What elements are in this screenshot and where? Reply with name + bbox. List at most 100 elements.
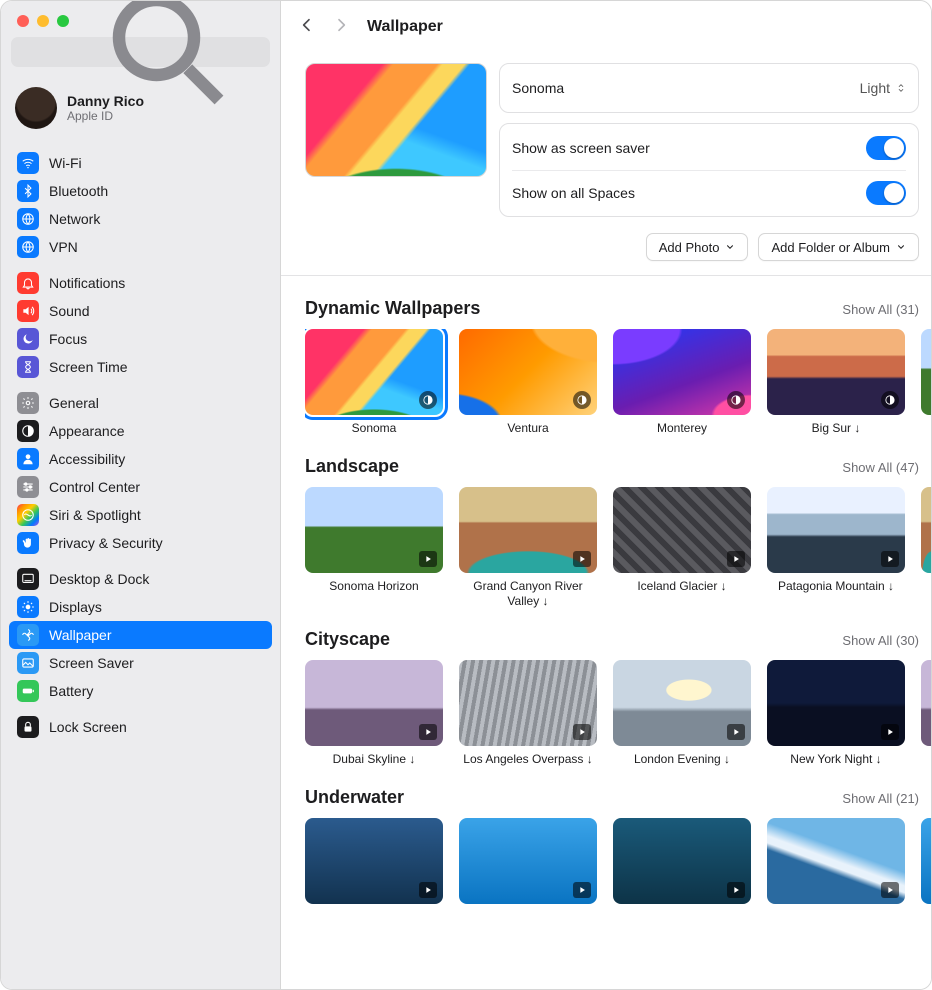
contrast-icon [17,420,39,442]
sidebar-item-label: Desktop & Dock [49,571,149,587]
siri-icon [17,504,39,526]
wallpaper-tile [305,487,443,573]
opt-screensaver-toggle[interactable] [866,136,906,160]
wallpaper-tile [459,818,597,904]
section-title: Underwater [305,787,842,808]
sidebar-item-label: Sound [49,303,89,319]
show-all-link[interactable]: Show All (21) [842,791,919,806]
sidebar-item-network[interactable]: Network [9,205,272,233]
wallpaper-thumb[interactable]: Big Sur ↓ [767,329,905,436]
sidebar-item-privacy[interactable]: Privacy & Security [9,529,272,557]
wallpaper-thumb[interactable]: New York Night ↓ [767,660,905,767]
wallpaper-thumb[interactable]: Sonoma Horizon [305,487,443,609]
moon-icon [17,328,39,350]
gear-icon [17,392,39,414]
sidebar-item-siri[interactable]: Siri & Spotlight [9,501,272,529]
sidebar-item-label: VPN [49,239,78,255]
wallpaper-thumb[interactable]: London Evening ↓ [613,660,751,767]
wallpaper-tile [613,487,751,573]
sidebar-item-bluetooth[interactable]: Bluetooth [9,177,272,205]
wallpaper-tile [767,329,905,415]
show-all-link[interactable]: Show All (30) [842,633,919,648]
wallpaper-thumb[interactable]: Patagonia Mountain ↓ [767,487,905,609]
section-cityscape: CityscapeShow All (30) Dubai Skyline ↓ Los… [281,615,932,773]
sidebar-search[interactable] [11,37,270,67]
wallpaper-caption: Monterey [613,421,751,436]
play-icon [419,882,437,898]
sidebar-item-desktopdock[interactable]: Desktop & Dock [9,565,272,593]
wallpaper-thumb[interactable]: Monterey [613,329,751,436]
thumbnail-row [305,818,932,910]
section-dynamic-wallpapers: Dynamic WallpapersShow All (31)SonomaVen… [281,284,932,442]
wallpaper-tile [459,329,597,415]
current-wallpaper-name: Sonoma [512,80,860,96]
opt-allspaces-toggle[interactable] [866,181,906,205]
content-scroll[interactable]: Sonoma Light Show as screen saver [281,53,932,989]
wallpaper-caption: Los Angeles Overpass ↓ [459,752,597,767]
show-all-link[interactable]: Show All (31) [842,302,919,317]
sidebar-item-appearance[interactable]: Appearance [9,417,272,445]
appearance-select[interactable]: Light [860,80,906,96]
avatar [15,87,57,129]
sidebar-item-battery[interactable]: Battery [9,677,272,705]
dynamic-icon [881,391,899,409]
play-icon [881,882,899,898]
thumbnail-row: Dubai Skyline ↓ Los Angeles Overpass ↓ Lon… [305,660,932,767]
wallpaper-thumb[interactable] [305,818,443,910]
flower-icon [17,624,39,646]
sidebar-item-label: Battery [49,683,93,699]
sidebar-item-sound[interactable]: Sound [9,297,272,325]
sidebar-item-label: Control Center [49,479,140,495]
wallpaper-tile [305,660,443,746]
wallpaper-thumb[interactable] [613,818,751,910]
nav-back-button[interactable] [299,15,315,40]
wallpaper-caption: Patagonia Mountain ↓ [767,579,905,594]
wallpaper-thumb[interactable]: Los Angeles Overpass ↓ [459,660,597,767]
wallpaper-thumb[interactable]: Dubai Skyline ↓ [305,660,443,767]
thumbnail-row: Sonoma Horizon Grand Canyon River Valley … [305,487,932,609]
show-all-link[interactable]: Show All (47) [842,460,919,475]
wallpaper-tile [767,487,905,573]
wallpaper-thumb[interactable] [767,818,905,910]
sidebar-item-label: Siri & Spotlight [49,507,141,523]
add-photo-button[interactable]: Add Photo [646,233,749,261]
hourglass-icon [17,356,39,378]
play-icon [727,551,745,567]
sidebar-item-focus[interactable]: Focus [9,325,272,353]
section-title: Cityscape [305,629,842,650]
sidebar-item-screensaver[interactable]: Screen Saver [9,649,272,677]
sidebar-item-vpn[interactable]: VPN [9,233,272,261]
play-icon [573,551,591,567]
dynamic-icon [573,391,591,409]
apple-id-account[interactable]: Danny Rico Apple ID [1,77,280,141]
add-folder-button[interactable]: Add Folder or Album [758,233,919,261]
sidebar-item-label: Screen Saver [49,655,134,671]
divider [281,275,932,276]
sidebar-item-notifications[interactable]: Notifications [9,269,272,297]
play-icon [573,724,591,740]
sidebar-item-wifi[interactable]: Wi-Fi [9,149,272,177]
wallpaper-thumb[interactable]: Grand Canyon River Valley ↓ [459,487,597,609]
wallpaper-tile [459,487,597,573]
sidebar-item-displays[interactable]: Displays [9,593,272,621]
system-settings-window: Danny Rico Apple ID Wi-FiBluetoothNetwor… [0,0,932,990]
main-panel: Wallpaper Sonoma Light [281,1,932,989]
sidebar-item-general[interactable]: General [9,389,272,417]
dynamic-icon [419,391,437,409]
sidebar-item-accessibility[interactable]: Accessibility [9,445,272,473]
chevron-down-icon [725,242,735,252]
wallpaper-caption: Grand Canyon River Valley ↓ [459,579,597,609]
current-wallpaper-preview[interactable] [305,63,487,177]
sidebar-item-lockscreen[interactable]: Lock Screen [9,713,272,741]
wallpaper-thumb[interactable]: Ventura [459,329,597,436]
wallpaper-thumb[interactable]: Sonoma [305,329,443,436]
battery-icon [17,680,39,702]
sidebar-item-controlcenter[interactable]: Control Center [9,473,272,501]
wallpaper-thumb[interactable]: Iceland Glacier ↓ [613,487,751,609]
sidebar-item-screentime[interactable]: Screen Time [9,353,272,381]
sidebar-item-wallpaper[interactable]: Wallpaper [9,621,272,649]
section-landscape: LandscapeShow All (47)Sonoma HorizonGran… [281,442,932,615]
wallpaper-thumb[interactable] [459,818,597,910]
appearance-value: Light [860,80,890,96]
chevron-down-icon [896,242,906,252]
